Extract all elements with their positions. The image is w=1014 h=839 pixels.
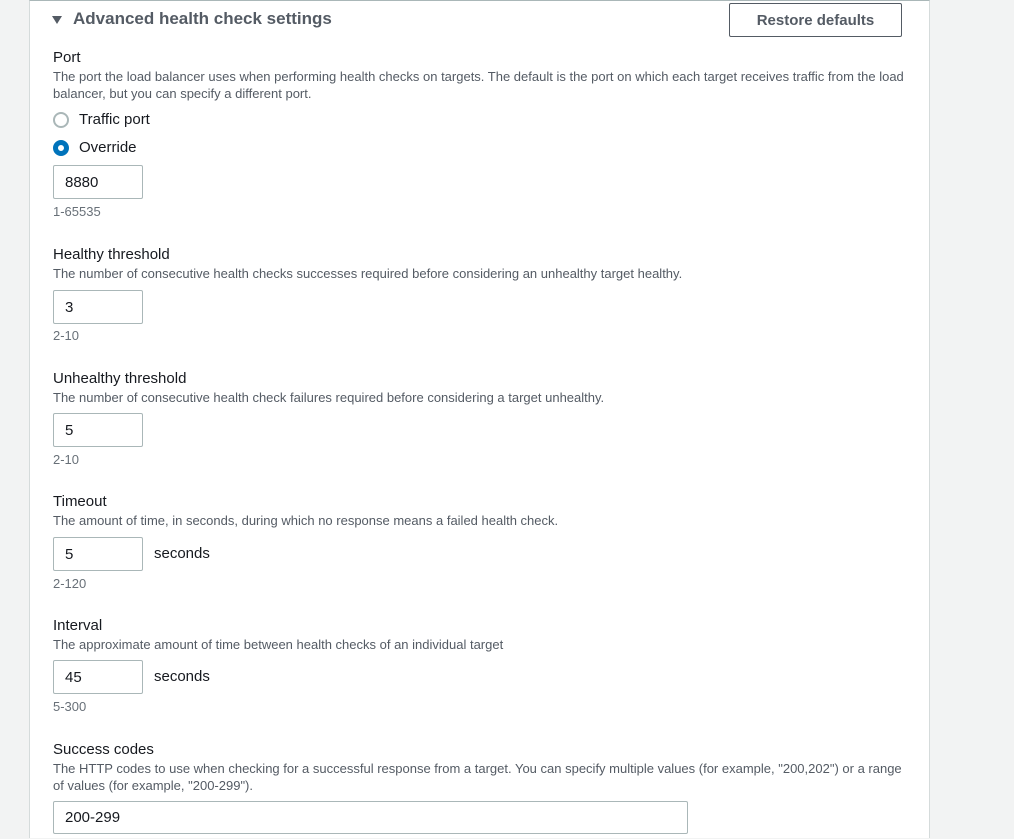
port-input[interactable] [53,165,143,199]
interval-field: Interval The approximate amount of time … [53,617,913,717]
timeout-description: The amount of time, in seconds, during w… [53,513,559,528]
success-codes-field: Success codes The HTTP codes to use when… [53,741,913,839]
success-codes-description: The HTTP codes to use when checking for … [53,761,902,793]
port-description: The port the load balancer uses when per… [53,69,904,101]
port-constraint: 1-65535 [53,204,101,219]
unhealthy-threshold-label: Unhealthy threshold [53,370,187,387]
section-title: Advanced health check settings [73,9,332,28]
interval-unit: seconds [154,668,210,685]
restore-defaults-button[interactable]: Restore defaults [729,3,902,37]
healthy-threshold-field: Healthy threshold The number of consecut… [53,246,913,346]
unhealthy-threshold-constraint: 2-10 [53,452,80,467]
timeout-field: Timeout The amount of time, in seconds, … [53,493,913,593]
interval-label: Interval [53,617,103,634]
port-label: Port [53,49,81,66]
timeout-label: Timeout [53,493,107,510]
unhealthy-threshold-description: The number of consecutive health check f… [53,390,605,405]
timeout-unit: seconds [154,545,210,562]
healthy-threshold-label: Healthy threshold [53,246,170,263]
radio-unchecked-icon[interactable] [53,111,69,128]
caret-down-icon [52,15,62,24]
interval-description: The approximate amount of time between h… [53,637,504,652]
healthy-threshold-constraint: 2-10 [53,328,80,343]
timeout-constraint: 2-120 [53,576,87,591]
unhealthy-threshold-input[interactable] [53,413,143,447]
radio-override[interactable]: Override [53,139,137,156]
success-codes-label: Success codes [53,741,154,758]
radio-traffic-port-label: Traffic port [79,111,150,128]
interval-constraint: 5-300 [53,699,87,714]
interval-input[interactable] [53,660,143,694]
section-toggle[interactable]: Advanced health check settings [52,9,332,29]
radio-checked-icon[interactable] [53,139,69,156]
radio-traffic-port[interactable]: Traffic port [53,111,150,128]
success-codes-input[interactable] [53,801,688,834]
healthy-threshold-input[interactable] [53,290,143,324]
radio-override-label: Override [79,139,137,156]
port-field: Port The port the load balancer uses whe… [53,49,913,229]
unhealthy-threshold-field: Unhealthy threshold The number of consec… [53,370,913,470]
advanced-health-check-panel: Advanced health check settings Restore d… [29,0,930,838]
healthy-threshold-description: The number of consecutive health checks … [53,266,683,281]
timeout-input[interactable] [53,537,143,571]
